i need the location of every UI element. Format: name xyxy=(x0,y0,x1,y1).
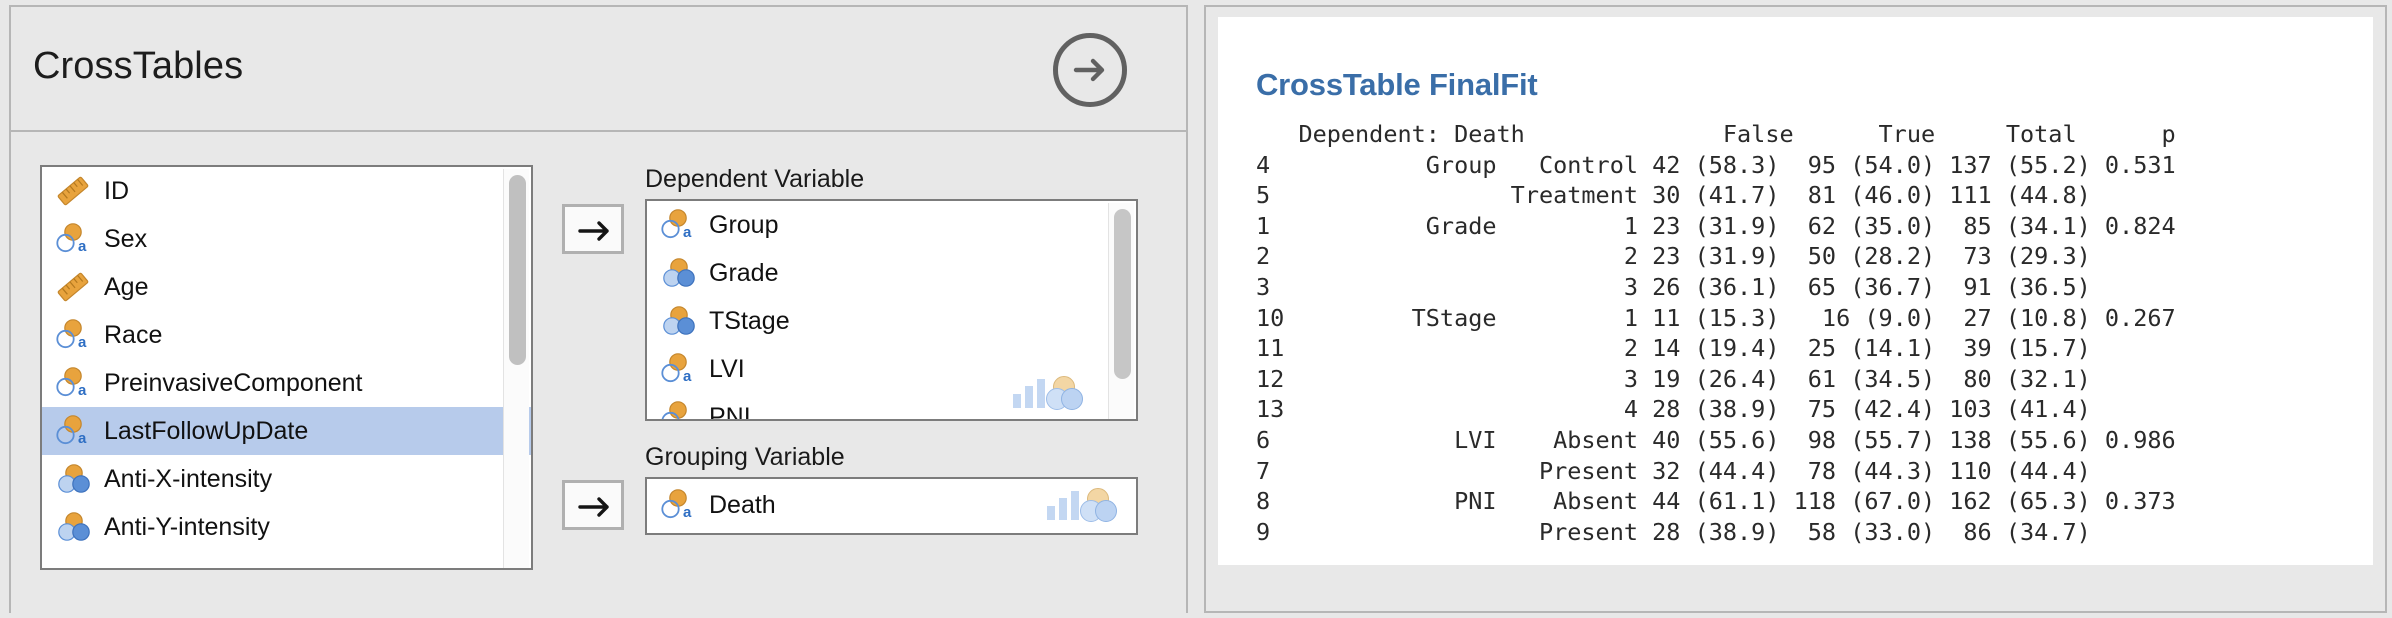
analysis-options-panel: CrossTables ID a Sex Age a Race a PreinvasiveCo… xyxy=(9,5,1188,613)
ordinal-icon-glyph xyxy=(663,306,695,335)
ordinal-icon-glyph xyxy=(58,464,90,493)
nominal-text-icon: a xyxy=(56,318,92,352)
list-item-label: Sex xyxy=(104,224,148,253)
ruler-icon xyxy=(56,174,92,208)
list-item-label: Death xyxy=(709,490,776,519)
page-title: CrossTables xyxy=(33,45,244,87)
svg-text:a: a xyxy=(683,504,692,521)
list-item-label: Grade xyxy=(709,258,779,287)
results-panel: CrossTable FinalFit Dependent: Death Fal… xyxy=(1204,5,2387,613)
list-item-label: TStage xyxy=(709,306,790,335)
ordinal-icon-glyph xyxy=(663,258,695,287)
ordinal-icon-glyph xyxy=(58,512,90,541)
nominal-text-icon-glyph: a xyxy=(56,367,87,399)
svg-text:a: a xyxy=(78,334,87,351)
list-item[interactable]: TStage xyxy=(647,297,1136,345)
list-item-label: Age xyxy=(104,272,149,301)
ordinal-icon xyxy=(56,510,92,544)
ruler-icon xyxy=(56,270,92,304)
nominal-text-icon-glyph: a xyxy=(56,415,87,447)
crosstable-output: Dependent: Death False True Total p 4 Gr… xyxy=(1256,120,2176,546)
results-title: CrossTable FinalFit xyxy=(1256,67,1538,102)
list-item-label: PNI xyxy=(709,402,751,421)
nominal-text-icon-glyph: a xyxy=(661,401,692,421)
svg-text:a: a xyxy=(683,368,692,385)
list-item[interactable]: a LVI xyxy=(647,345,1136,393)
arrow-right-icon xyxy=(578,497,609,517)
nominal-text-icon-glyph: a xyxy=(56,319,87,351)
ruler-icon-glyph xyxy=(57,272,89,302)
grouping-variable-box[interactable]: a Death xyxy=(645,477,1138,535)
list-item[interactable]: Age xyxy=(42,263,531,311)
list-item[interactable]: a LastFollowUpDate xyxy=(42,407,531,455)
nominal-text-icon: a xyxy=(56,414,92,448)
nominal-text-icon-glyph: a xyxy=(661,353,692,385)
arrow-right-icon xyxy=(578,221,609,241)
list-item-label: Race xyxy=(104,320,163,349)
grouping-variable-label: Grouping Variable xyxy=(645,443,845,471)
nominal-text-icon: a xyxy=(661,208,697,242)
ordinal-icon xyxy=(661,304,697,338)
ruler-icon-glyph xyxy=(57,176,89,206)
app-window: CrossTables ID a Sex Age a Race a PreinvasiveCo… xyxy=(0,0,2392,618)
list-item[interactable]: a PreinvasiveComponent xyxy=(42,359,531,407)
svg-text:a: a xyxy=(683,416,692,421)
list-item[interactable]: a Death xyxy=(647,479,1136,531)
list-item-label: ID xyxy=(104,176,129,205)
list-item[interactable]: Grade xyxy=(647,249,1136,297)
svg-text:a: a xyxy=(78,382,87,399)
list-item[interactable]: ID xyxy=(42,167,531,215)
arrow-right-circle-icon[interactable] xyxy=(1053,33,1127,107)
list-item[interactable]: a Sex xyxy=(42,215,531,263)
list-item[interactable]: Anti-X-intensity xyxy=(42,455,531,503)
list-item[interactable]: Anti-Y-intensity xyxy=(42,503,531,551)
list-item-label: LVI xyxy=(709,354,745,383)
nominal-text-icon-glyph: a xyxy=(661,209,692,241)
nominal-text-icon: a xyxy=(661,400,697,421)
dependent-variable-box[interactable]: a Group Grade TStage a LVI a PNI xyxy=(645,199,1138,421)
nominal-text-icon-glyph: a xyxy=(661,489,692,521)
svg-text:a: a xyxy=(683,224,692,241)
list-item[interactable]: a Group xyxy=(647,201,1136,249)
list-item-label: Anti-X-intensity xyxy=(104,464,273,493)
list-item-label: Group xyxy=(709,210,779,239)
list-item[interactable]: a Race xyxy=(42,311,531,359)
nominal-text-icon: a xyxy=(56,222,92,256)
source-variable-list[interactable]: ID a Sex Age a Race a PreinvasiveComponent a Last… xyxy=(40,165,533,570)
ordinal-icon xyxy=(56,462,92,496)
assign-dependent-button[interactable] xyxy=(562,204,624,254)
source-list-scrollbar[interactable] xyxy=(503,169,529,568)
panel-header: CrossTables xyxy=(11,7,1186,132)
dependent-variable-label: Dependent Variable xyxy=(645,165,865,193)
assign-grouping-button[interactable] xyxy=(562,480,624,530)
list-item-label: PreinvasiveComponent xyxy=(104,368,363,397)
nominal-text-icon: a xyxy=(661,488,697,522)
results-card: CrossTable FinalFit Dependent: Death Fal… xyxy=(1218,17,2373,565)
nominal-text-icon: a xyxy=(661,352,697,386)
nominal-text-icon: a xyxy=(56,366,92,400)
nominal-text-icon-glyph: a xyxy=(56,223,87,255)
list-item[interactable]: a PNI xyxy=(647,393,1136,421)
ordinal-icon xyxy=(661,256,697,290)
list-item-label: Anti-Y-intensity xyxy=(104,512,270,541)
scrollbar-thumb[interactable] xyxy=(509,175,526,365)
dependent-list-scrollbar[interactable] xyxy=(1108,203,1134,419)
svg-text:a: a xyxy=(78,238,87,255)
svg-text:a: a xyxy=(78,430,87,447)
arrow-right-glyph xyxy=(1073,58,1105,82)
list-item-label: LastFollowUpDate xyxy=(104,416,309,445)
scrollbar-thumb[interactable] xyxy=(1114,209,1131,379)
